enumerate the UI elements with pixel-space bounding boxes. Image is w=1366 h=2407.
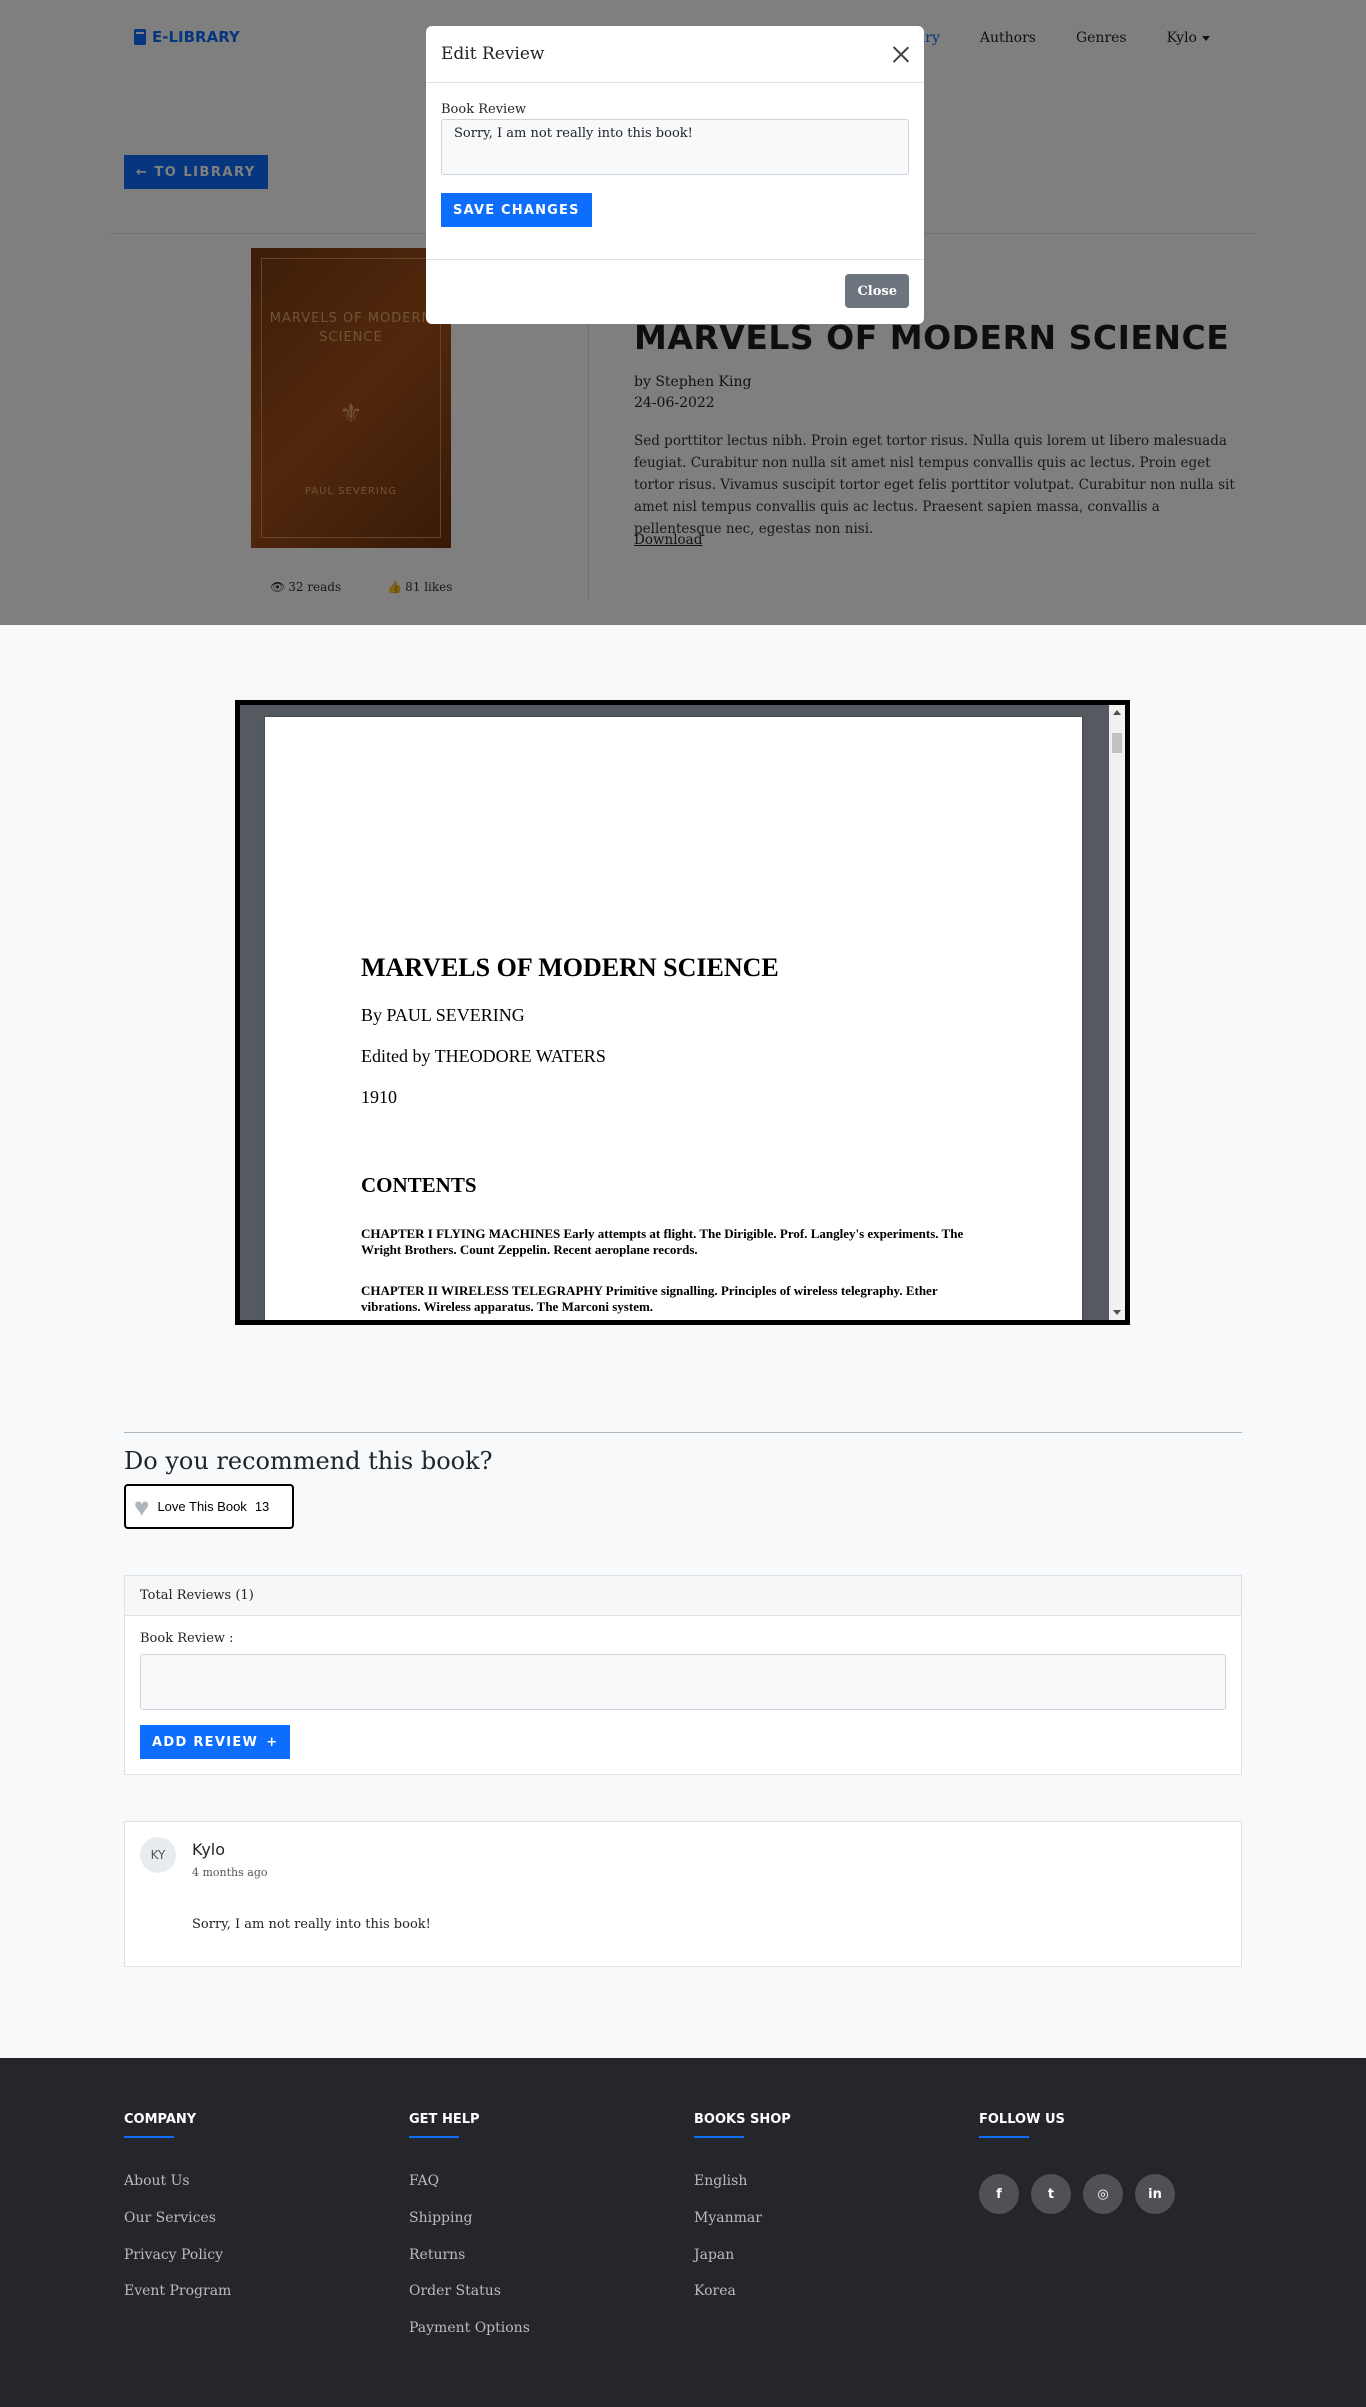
footer-link[interactable]: Payment Options (409, 2320, 530, 2336)
facebook-icon[interactable]: f (979, 2174, 1019, 2214)
review-form-card: Total Reviews (1) Book Review : ADD REVI… (124, 1575, 1242, 1775)
total-reviews: Total Reviews (1) (125, 1576, 1241, 1616)
instagram-icon[interactable]: ◎ (1083, 2174, 1123, 2214)
footer-underline (409, 2136, 459, 2138)
avatar: KY (140, 1837, 176, 1873)
footer-link[interactable]: About Us (124, 2173, 190, 2189)
pdf-scrollbar[interactable] (1109, 705, 1125, 1320)
pdf-viewer[interactable]: MARVELS OF MODERN SCIENCE By PAUL SEVERI… (235, 700, 1130, 1325)
footer-heading-company: COMPANY (124, 2112, 197, 2127)
footer-underline (694, 2136, 744, 2138)
pdf-year: 1910 (361, 1087, 397, 1107)
modal-header: Edit Review (426, 26, 924, 83)
pdf-title: MARVELS OF MODERN SCIENCE (361, 953, 779, 982)
review-textarea[interactable] (140, 1654, 1226, 1710)
twitter-icon[interactable]: t (1031, 2174, 1071, 2214)
footer-heading-get-help: GET HELP (409, 2112, 480, 2127)
scroll-up-icon[interactable] (1113, 710, 1121, 715)
modal-title: Edit Review (441, 44, 545, 64)
footer-link[interactable]: Our Services (124, 2210, 216, 2226)
pdf-contents-heading: CONTENTS (361, 1173, 477, 1197)
footer: COMPANY About Us Our Services Privacy Po… (0, 2058, 1366, 2407)
footer-link[interactable]: FAQ (409, 2173, 439, 2189)
scroll-down-icon[interactable] (1113, 1310, 1121, 1315)
review-field-label: Book Review (441, 102, 527, 117)
save-changes-button[interactable]: SAVE CHANGES (441, 193, 592, 227)
add-review-button[interactable]: ADD REVIEW + (140, 1725, 291, 1759)
heart-icon: ♥ (134, 1491, 150, 1522)
pdf-page: MARVELS OF MODERN SCIENCE By PAUL SEVERI… (265, 717, 1082, 1320)
love-count: 13 (254, 1499, 270, 1514)
footer-link[interactable]: Japan (694, 2247, 734, 2263)
footer-link[interactable]: Event Program (124, 2283, 231, 2299)
divider (124, 1432, 1242, 1433)
footer-underline (979, 2136, 1029, 2138)
footer-link[interactable]: Order Status (409, 2283, 501, 2299)
love-book-button[interactable]: ♥ Love This Book 13 (124, 1484, 294, 1529)
reviewer-name: Kylo (192, 1840, 226, 1859)
review-field-label: Book Review : (140, 1631, 234, 1646)
edit-review-modal: Edit Review Book Review SAVE CHANGES Clo… (426, 26, 924, 324)
edit-review-textarea[interactable] (441, 119, 909, 175)
scroll-thumb[interactable] (1112, 733, 1122, 753)
review-time: 4 months ago (192, 1866, 268, 1879)
love-label: Love This Book (157, 1499, 247, 1514)
review-text: Sorry, I am not really into this book! (192, 1917, 431, 1932)
footer-link[interactable]: Privacy Policy (124, 2247, 223, 2263)
footer-link[interactable]: Returns (409, 2247, 465, 2263)
pdf-editor: Edited by THEODORE WATERS (361, 1046, 606, 1066)
modal-footer: Close (426, 260, 924, 322)
pdf-author: By PAUL SEVERING (361, 1005, 525, 1025)
review-item: KY Kylo 4 months ago Sorry, I am not rea… (124, 1821, 1242, 1967)
footer-link[interactable]: English (694, 2173, 747, 2189)
footer-heading-follow-us: FOLLOW US (979, 2112, 1065, 2127)
footer-link[interactable]: Shipping (409, 2210, 472, 2226)
footer-underline (124, 2136, 174, 2138)
linkedin-icon[interactable]: in (1135, 2174, 1175, 2214)
plus-icon: + (266, 1734, 279, 1750)
pdf-chapter-2: CHAPTER II WIRELESS TELEGRAPHY Primitive… (361, 1283, 938, 1314)
pdf-chapter-1: CHAPTER I FLYING MACHINES Early attempts… (361, 1226, 964, 1257)
close-icon[interactable] (893, 46, 909, 62)
footer-heading-books-shop: BOOKS SHOP (694, 2112, 791, 2127)
modal-body: Book Review SAVE CHANGES (426, 83, 924, 260)
close-button[interactable]: Close (845, 274, 909, 308)
add-review-label: ADD REVIEW (152, 1734, 259, 1750)
footer-link[interactable]: Korea (694, 2283, 736, 2299)
footer-link[interactable]: Myanmar (694, 2210, 762, 2226)
recommend-heading: Do you recommend this book? (124, 1447, 493, 1475)
